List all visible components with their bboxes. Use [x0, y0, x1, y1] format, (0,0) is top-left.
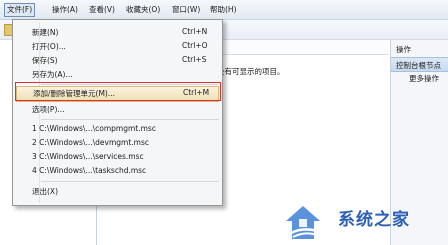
file-menu-dropdown: 新建(N) Ctrl+N 打开(O)... Ctrl+O 保存(S) Ctrl+… [12, 19, 223, 206]
menu-item-label: 3 C:\Windows\...\services.msc [32, 152, 144, 161]
menu-help[interactable]: 帮助(H) [208, 4, 239, 16]
menu-favorites[interactable]: 收藏夹(O) [124, 4, 162, 16]
menu-item-options[interactable]: 选项(P)... [15, 102, 220, 116]
annotation-highlight-box [15, 82, 221, 101]
actions-title: 操作 [396, 45, 411, 54]
actions-subheader-label: 控制台根节点 [396, 61, 441, 70]
empty-message: 没有可显示的项目。 [217, 67, 285, 76]
menu-item-recent-2[interactable]: 2 C:\Windows\...\devmgmt.msc [15, 136, 220, 150]
menu-item-label: 打开(O)... [32, 42, 66, 51]
menu-item-label: 保存(S) [32, 56, 58, 65]
menu-item-exit[interactable]: 退出(X) [15, 184, 220, 198]
watermark-house-logo-icon [286, 206, 320, 239]
menu-bar: 文件(F) 操作(A) 查看(V) 收藏夹(O) 窗口(W) 帮助(H) [0, 0, 448, 20]
menu-item-recent-3[interactable]: 3 C:\Windows\...\services.msc [15, 150, 220, 164]
menu-action[interactable]: 操作(A) [50, 4, 80, 16]
menu-item-shortcut: Ctrl+S [182, 55, 207, 64]
menu-separator [41, 181, 219, 182]
menu-file[interactable]: 文件(F) [4, 3, 36, 17]
menu-separator [41, 119, 219, 120]
actions-subheader[interactable]: 控制台根节点 [391, 57, 448, 72]
menu-item-label: 新建(N) [32, 28, 59, 37]
menu-item-save-as[interactable]: 另存为(A)... [15, 67, 220, 81]
menu-item-label: 2 C:\Windows\...\devmgmt.msc [32, 138, 149, 147]
menu-item-recent-1[interactable]: 1 C:\Windows\...\compmgmt.msc [15, 122, 220, 136]
menu-view[interactable]: 查看(V) [87, 4, 117, 16]
menu-item-shortcut: Ctrl+N [182, 27, 208, 36]
menu-item-label: 选项(P)... [32, 105, 65, 114]
menu-item-label: 4 C:\Windows\...\taskschd.msc [32, 166, 147, 175]
menu-window[interactable]: 窗口(W) [170, 4, 202, 16]
menu-item-label: 另存为(A)... [32, 70, 73, 79]
menu-item-label: 退出(X) [32, 187, 58, 196]
menu-item-save[interactable]: 保存(S) Ctrl+S [15, 53, 220, 67]
menu-item-new[interactable]: 新建(N) Ctrl+N [15, 25, 220, 39]
more-actions-link[interactable]: 更多操作 [409, 73, 439, 84]
menu-item-shortcut: Ctrl+O [182, 41, 208, 50]
menu-item-recent-4[interactable]: 4 C:\Windows\...\taskschd.msc [15, 164, 220, 178]
menu-item-open[interactable]: 打开(O)... Ctrl+O [15, 39, 220, 53]
watermark-text: 系统之家 [338, 210, 410, 230]
menu-item-label: 1 C:\Windows\...\compmgmt.msc [32, 124, 156, 133]
